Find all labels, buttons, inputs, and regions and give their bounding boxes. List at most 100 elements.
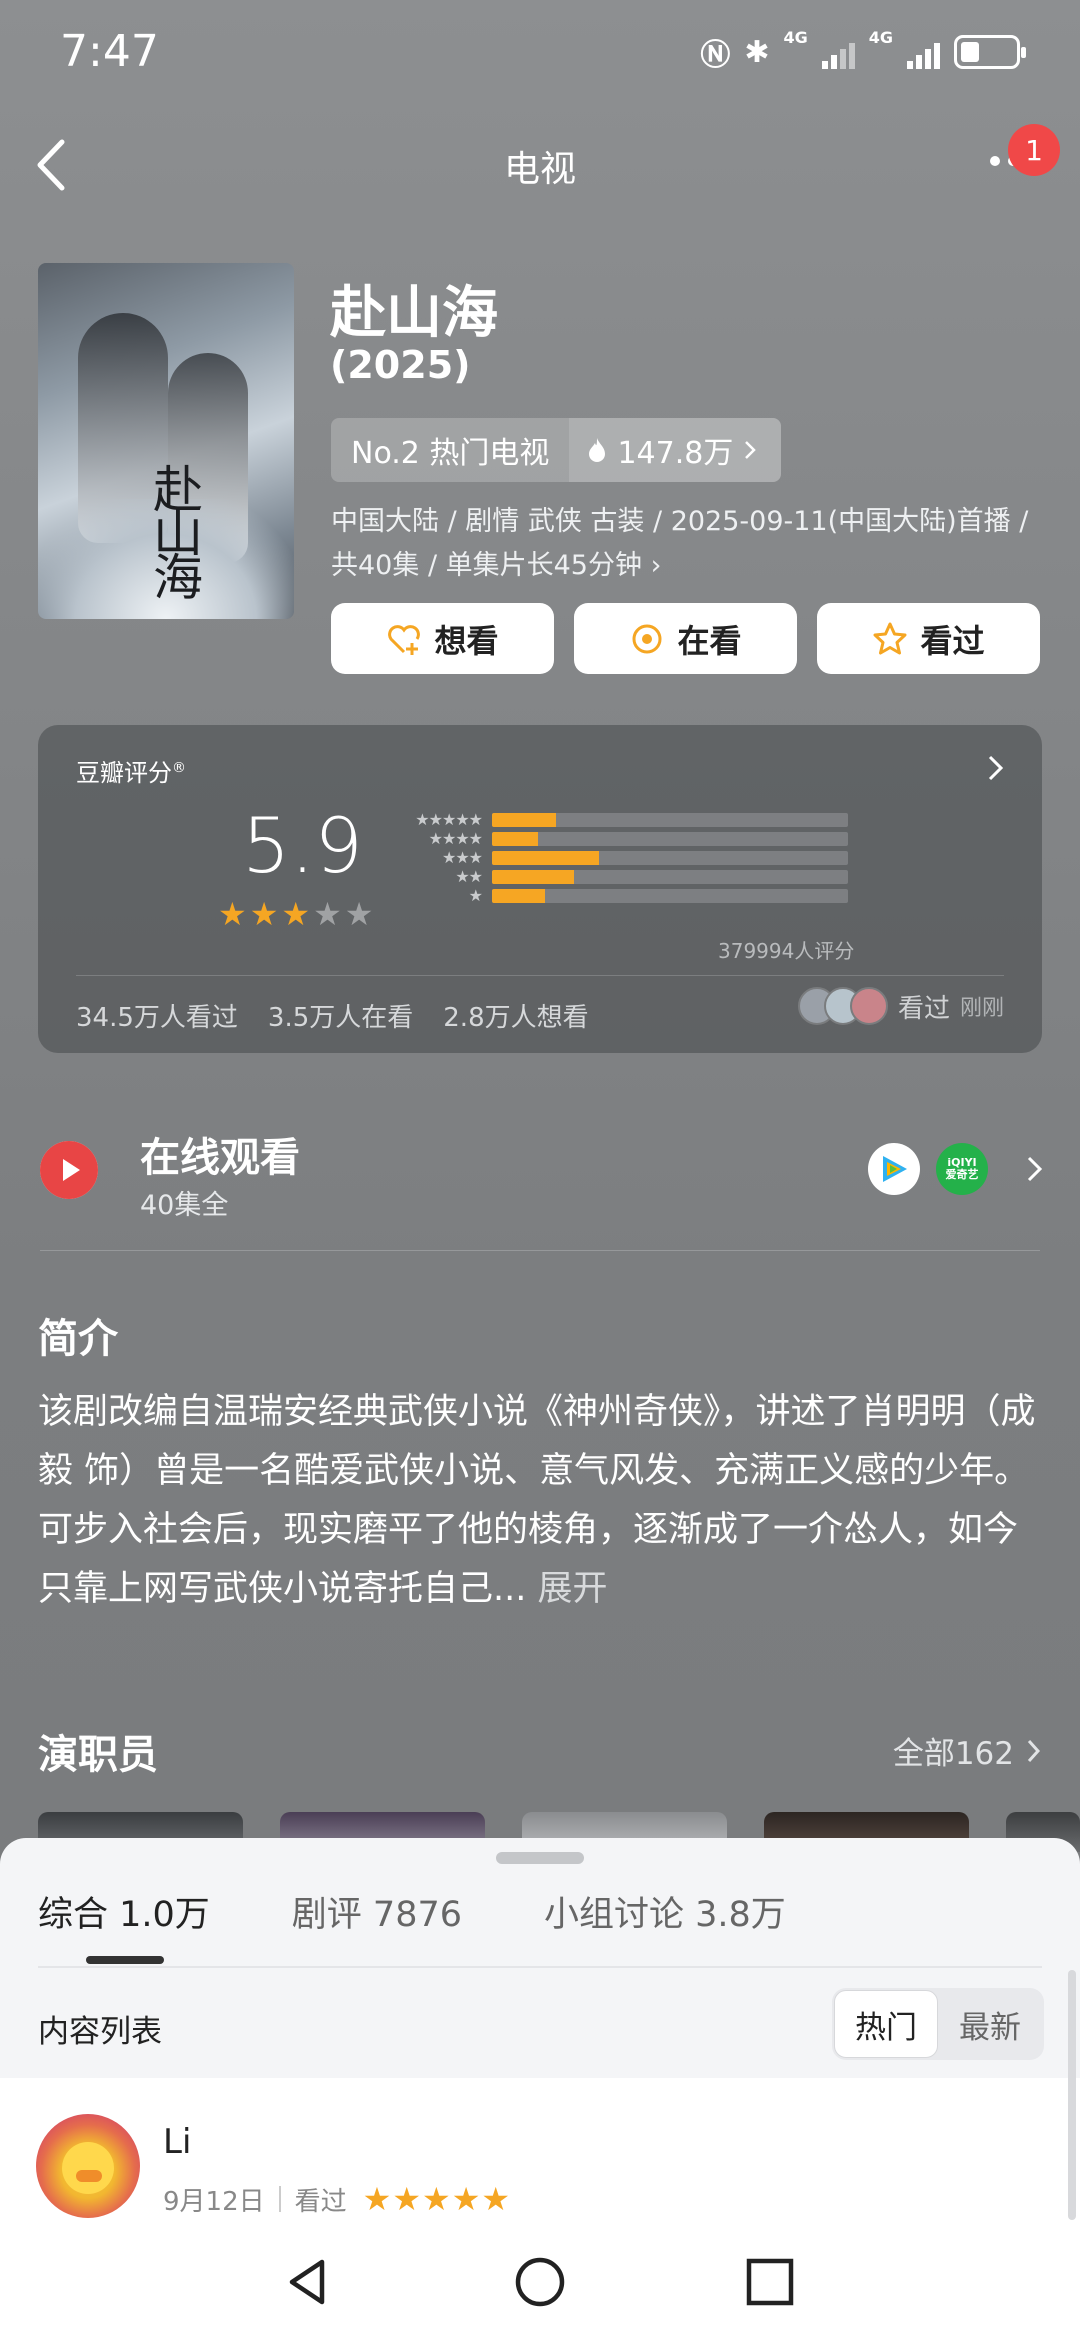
watch-online-row[interactable]: 在线观看 40集全 iQIYI 爱奇艺	[0, 1105, 1080, 1235]
intro-text[interactable]: 该剧改编自温瑞安经典武侠小说《神州奇侠》，讲述了肖明明（成毅 饰）曾是一名酷爱武…	[38, 1383, 1048, 1619]
want-to-watch-label: 想看	[434, 621, 499, 660]
distribution-stars-label: ★★★★★	[415, 810, 483, 829]
rank-label[interactable]: No.2 热门电视	[331, 418, 570, 482]
duck-beak	[76, 2170, 102, 2182]
watched-button[interactable]: 看过	[817, 603, 1040, 674]
play-icon	[40, 1141, 98, 1199]
expand-link[interactable]: 展开	[538, 1569, 608, 1609]
rating-distribution-row: ★★★★★	[402, 810, 848, 829]
sort-hot-button[interactable]: 热门	[834, 1990, 938, 2058]
rating-stats: 34.5万人看过 3.5万人在看 2.8万人想看	[76, 997, 589, 1034]
tab-overview[interactable]: 综合 1.0万	[38, 1886, 210, 1937]
content-list-label: 内容列表	[38, 2014, 162, 2050]
show-title: 赴山海	[330, 281, 498, 346]
avatar[interactable]	[36, 2114, 140, 2218]
heart-plus-icon	[388, 624, 421, 655]
heat-value: 147.8万	[617, 436, 734, 471]
distribution-stars-label: ★★★★	[428, 829, 483, 848]
chevron-right-icon	[1027, 1739, 1041, 1762]
divider	[76, 975, 1004, 976]
chevron-right-icon[interactable]	[1026, 1155, 1044, 1183]
status-icons: Ⓝ ✱ 4G 4G	[700, 28, 1026, 74]
seen-time: 刚刚	[959, 996, 1004, 1021]
distribution-stars-label: ★★★	[441, 848, 483, 867]
nav-home-icon[interactable]	[514, 2256, 566, 2308]
action-buttons: 想看 在看 看过	[331, 603, 1040, 674]
divider	[38, 1966, 1042, 1968]
cast-all-label: 全部162	[892, 1736, 1014, 1772]
distribution-stars-label: ★★	[455, 867, 483, 886]
want-to-watch-button[interactable]: 想看	[331, 603, 554, 674]
star-empty-icon: ★	[344, 895, 374, 933]
meta-chevron-icon: ›	[650, 550, 662, 581]
nav-back-icon[interactable]	[282, 2256, 334, 2308]
meta-text: 中国大陆 / 剧情 武侠 古装 / 2025-09-11(中国大陆)首播 / 共…	[331, 506, 1029, 581]
separator	[278, 2186, 281, 2212]
rating-distribution-row: ★★★	[402, 848, 848, 867]
poster-image[interactable]: 赴山海	[38, 263, 294, 619]
watched-label: 看过	[920, 621, 985, 660]
distribution-bar-track	[492, 831, 848, 846]
distribution-bar-track	[492, 888, 848, 903]
rating-distribution: ★★★★★ ★★★★ ★★★ ★★ ★	[402, 810, 848, 905]
chevron-right-icon[interactable]	[986, 753, 1006, 783]
chevron-right-icon	[745, 441, 757, 459]
cast-title: 演职员	[38, 1732, 158, 1778]
rating-label: 豆瓣评分®	[76, 759, 186, 787]
distribution-bar-fill	[492, 831, 539, 846]
poster-title: 赴山海	[145, 463, 203, 595]
recent-seen[interactable]: 看过 刚刚	[797, 987, 1004, 1025]
distribution-bar-track	[492, 850, 848, 865]
battery-icon	[954, 35, 1026, 69]
page-title: 电视	[503, 149, 576, 190]
tab-underline	[86, 1956, 164, 1964]
divider	[40, 1250, 1040, 1251]
bluetooth-icon: ✱	[744, 34, 770, 70]
distribution-bar-fill	[492, 812, 557, 827]
watching-button[interactable]: 在看	[574, 603, 797, 674]
flame-icon	[589, 438, 606, 462]
nav-bar: 电视 1	[0, 120, 1080, 210]
rank-pill[interactable]: No.2 热门电视 147.8万	[331, 418, 782, 482]
watching-count: 3.5万人在看	[267, 1003, 414, 1033]
distribution-bar-fill	[492, 850, 599, 865]
iqiyi-logo-cn: 爱奇艺	[945, 1168, 979, 1181]
iqiyi-icon[interactable]: iQIYI 爱奇艺	[936, 1143, 988, 1195]
distribution-bar-fill	[492, 888, 546, 903]
douban-rating-card[interactable]: 豆瓣评分® 5.9 ★ ★ ★ ★ ★ ★★★★★ ★★★★ ★★★ ★★ ★ 379994人评…	[38, 725, 1042, 1053]
episode-count: 40集全	[140, 1190, 229, 1221]
registered-mark: ®	[172, 760, 186, 776]
review-username[interactable]: Li	[163, 2122, 191, 2162]
scrollbar[interactable]	[1068, 1970, 1076, 2220]
star-filled-icon: ★	[281, 895, 311, 933]
review-date: 9月12日	[163, 2186, 265, 2217]
show-meta[interactable]: 中国大陆 / 剧情 武侠 古装 / 2025-09-11(中国大陆)首播 / 共…	[331, 500, 1031, 588]
cast-all-link[interactable]: 全部162	[893, 1728, 1042, 1773]
rating-distribution-row: ★★★★	[402, 829, 848, 848]
tencent-video-icon[interactable]	[868, 1143, 920, 1195]
rating-distribution-row: ★	[402, 886, 848, 905]
heat-box[interactable]: 147.8万	[569, 418, 782, 482]
tab-group-discussion[interactable]: 小组讨论 3.8万	[544, 1886, 786, 1937]
sort-latest-button[interactable]: 最新	[938, 1990, 1042, 2058]
distribution-bar-fill	[492, 869, 574, 884]
status-bar: 7:47 Ⓝ ✱ 4G 4G	[0, 0, 1080, 110]
target-icon	[632, 624, 662, 653]
content-tabs: 综合 1.0万 剧评 7876 小组讨论 3.8万	[38, 1886, 786, 1937]
notification-badge[interactable]: 1	[1008, 124, 1060, 176]
nav-recents-icon[interactable]	[744, 2256, 796, 2308]
vote-count: 379994人评分	[718, 939, 855, 963]
sheet-handle[interactable]	[496, 1852, 584, 1864]
tab-reviews[interactable]: 剧评 7876	[292, 1886, 462, 1937]
friend-avatars	[797, 987, 888, 1025]
review-meta: 9月12日 看过 ★★★★★	[163, 2180, 511, 2218]
signal-2-icon	[907, 35, 940, 69]
status-time: 7:47	[60, 26, 159, 77]
want-count: 2.8万人想看	[443, 1003, 589, 1033]
rating-stars: ★ ★ ★ ★ ★	[218, 895, 373, 933]
star-empty-icon: ★	[313, 895, 342, 933]
seen-label: 看过	[897, 993, 950, 1024]
signal-1-icon	[821, 35, 855, 69]
star-icon	[873, 622, 907, 654]
network-type-1: 4G	[783, 28, 808, 47]
